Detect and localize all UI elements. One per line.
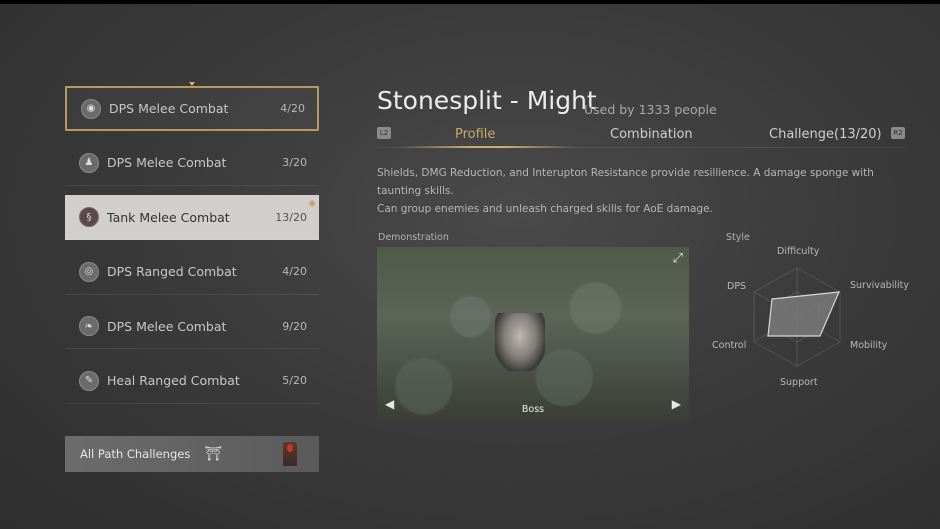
all-path-challenges-label: All Path Challenges [80,447,191,461]
l2-button-icon[interactable]: L2 [377,127,391,139]
radar-label-control: Control [712,340,747,351]
radar-label-difficulty: Difficulty [777,246,820,257]
expand-icon[interactable]: ⤢ [673,251,683,266]
radar-label-survivability: Survivability [850,280,909,291]
path-item-1[interactable]: ◉ DPS Melee Combat 4/20 [65,82,319,131]
monument-icon: ⛩ [204,446,223,462]
r2-button-icon[interactable]: R2 [891,127,905,139]
skill-description: Shields, DMG Reduction, and Interupton R… [377,164,897,218]
character-figure-icon [283,442,297,466]
path-name: DPS Melee Combat [107,318,227,334]
character-preview [495,313,545,371]
path-count: 5/20 [282,374,307,387]
tab-combination[interactable]: Combination [610,127,693,142]
path-name: Heal Ranged Combat [107,373,240,388]
path-item-3[interactable]: § Tank Melee Combat 13/20 ◈ [65,195,319,240]
path-name: DPS Melee Combat [109,101,229,116]
path-count: 4/20 [282,265,307,278]
radar-label-support: Support [780,377,818,388]
tab-challenge[interactable]: Challenge(13/20) [769,127,882,142]
radar-svg [753,267,841,367]
style-radar-chart: Difficulty Survivability Mobility Suppor… [700,240,920,400]
path-name: DPS Melee Combat [107,155,227,170]
description-line: Can group enemies and unleash charged sk… [377,203,713,215]
tab-bar: L2 Profile Combination Challenge(13/20) … [377,126,905,148]
figure-icon: ♟ [79,152,99,173]
path-name: Tank Melee Combat [107,209,230,225]
tab-divider [377,147,905,148]
path-name: DPS Ranged Combat [107,264,237,279]
shield-icon: ◉ [81,98,101,119]
feather-icon: ✎ [79,370,99,391]
blade-icon: ❧ [79,316,99,336]
demonstration-label: Demonstration [378,232,449,243]
path-item-2[interactable]: ♟ DPS Melee Combat 3/20 [65,141,319,186]
radar-label-mobility: Mobility [850,340,888,351]
path-count: 9/20 [282,319,307,333]
path-item-4[interactable]: ◎ DPS Ranged Combat 4/20 [65,250,319,295]
video-caption: Boss [521,404,545,415]
path-item-6[interactable]: ✎ Heal Ranged Combat 5/20 [65,359,319,404]
all-path-challenges-button[interactable]: All Path Challenges ⛩ [65,436,319,472]
diamond-marker-icon: ◈ [308,198,316,209]
description-line: Shields, DMG Reduction, and Interupton R… [377,167,874,197]
used-by-count: Used by 1333 people [584,102,717,117]
rune-icon: § [79,207,99,227]
path-count: 4/20 [280,102,305,115]
top-bar [0,0,940,4]
demonstration-video[interactable]: ⤢ ◀ ▶ Boss [377,247,689,421]
path-item-5[interactable]: ❧ DPS Melee Combat 9/20 [65,304,319,349]
path-count: 13/20 [275,210,307,224]
skill-title: Stonesplit - Might [377,86,597,115]
radar-value-shape [767,291,840,337]
path-count: 3/20 [282,156,307,169]
path-list: ◉ DPS Melee Combat 4/20 ♟ DPS Melee Comb… [65,82,319,413]
radar-label-dps: DPS [727,281,747,292]
target-icon: ◎ [79,261,99,282]
tab-profile[interactable]: Profile [455,127,495,142]
